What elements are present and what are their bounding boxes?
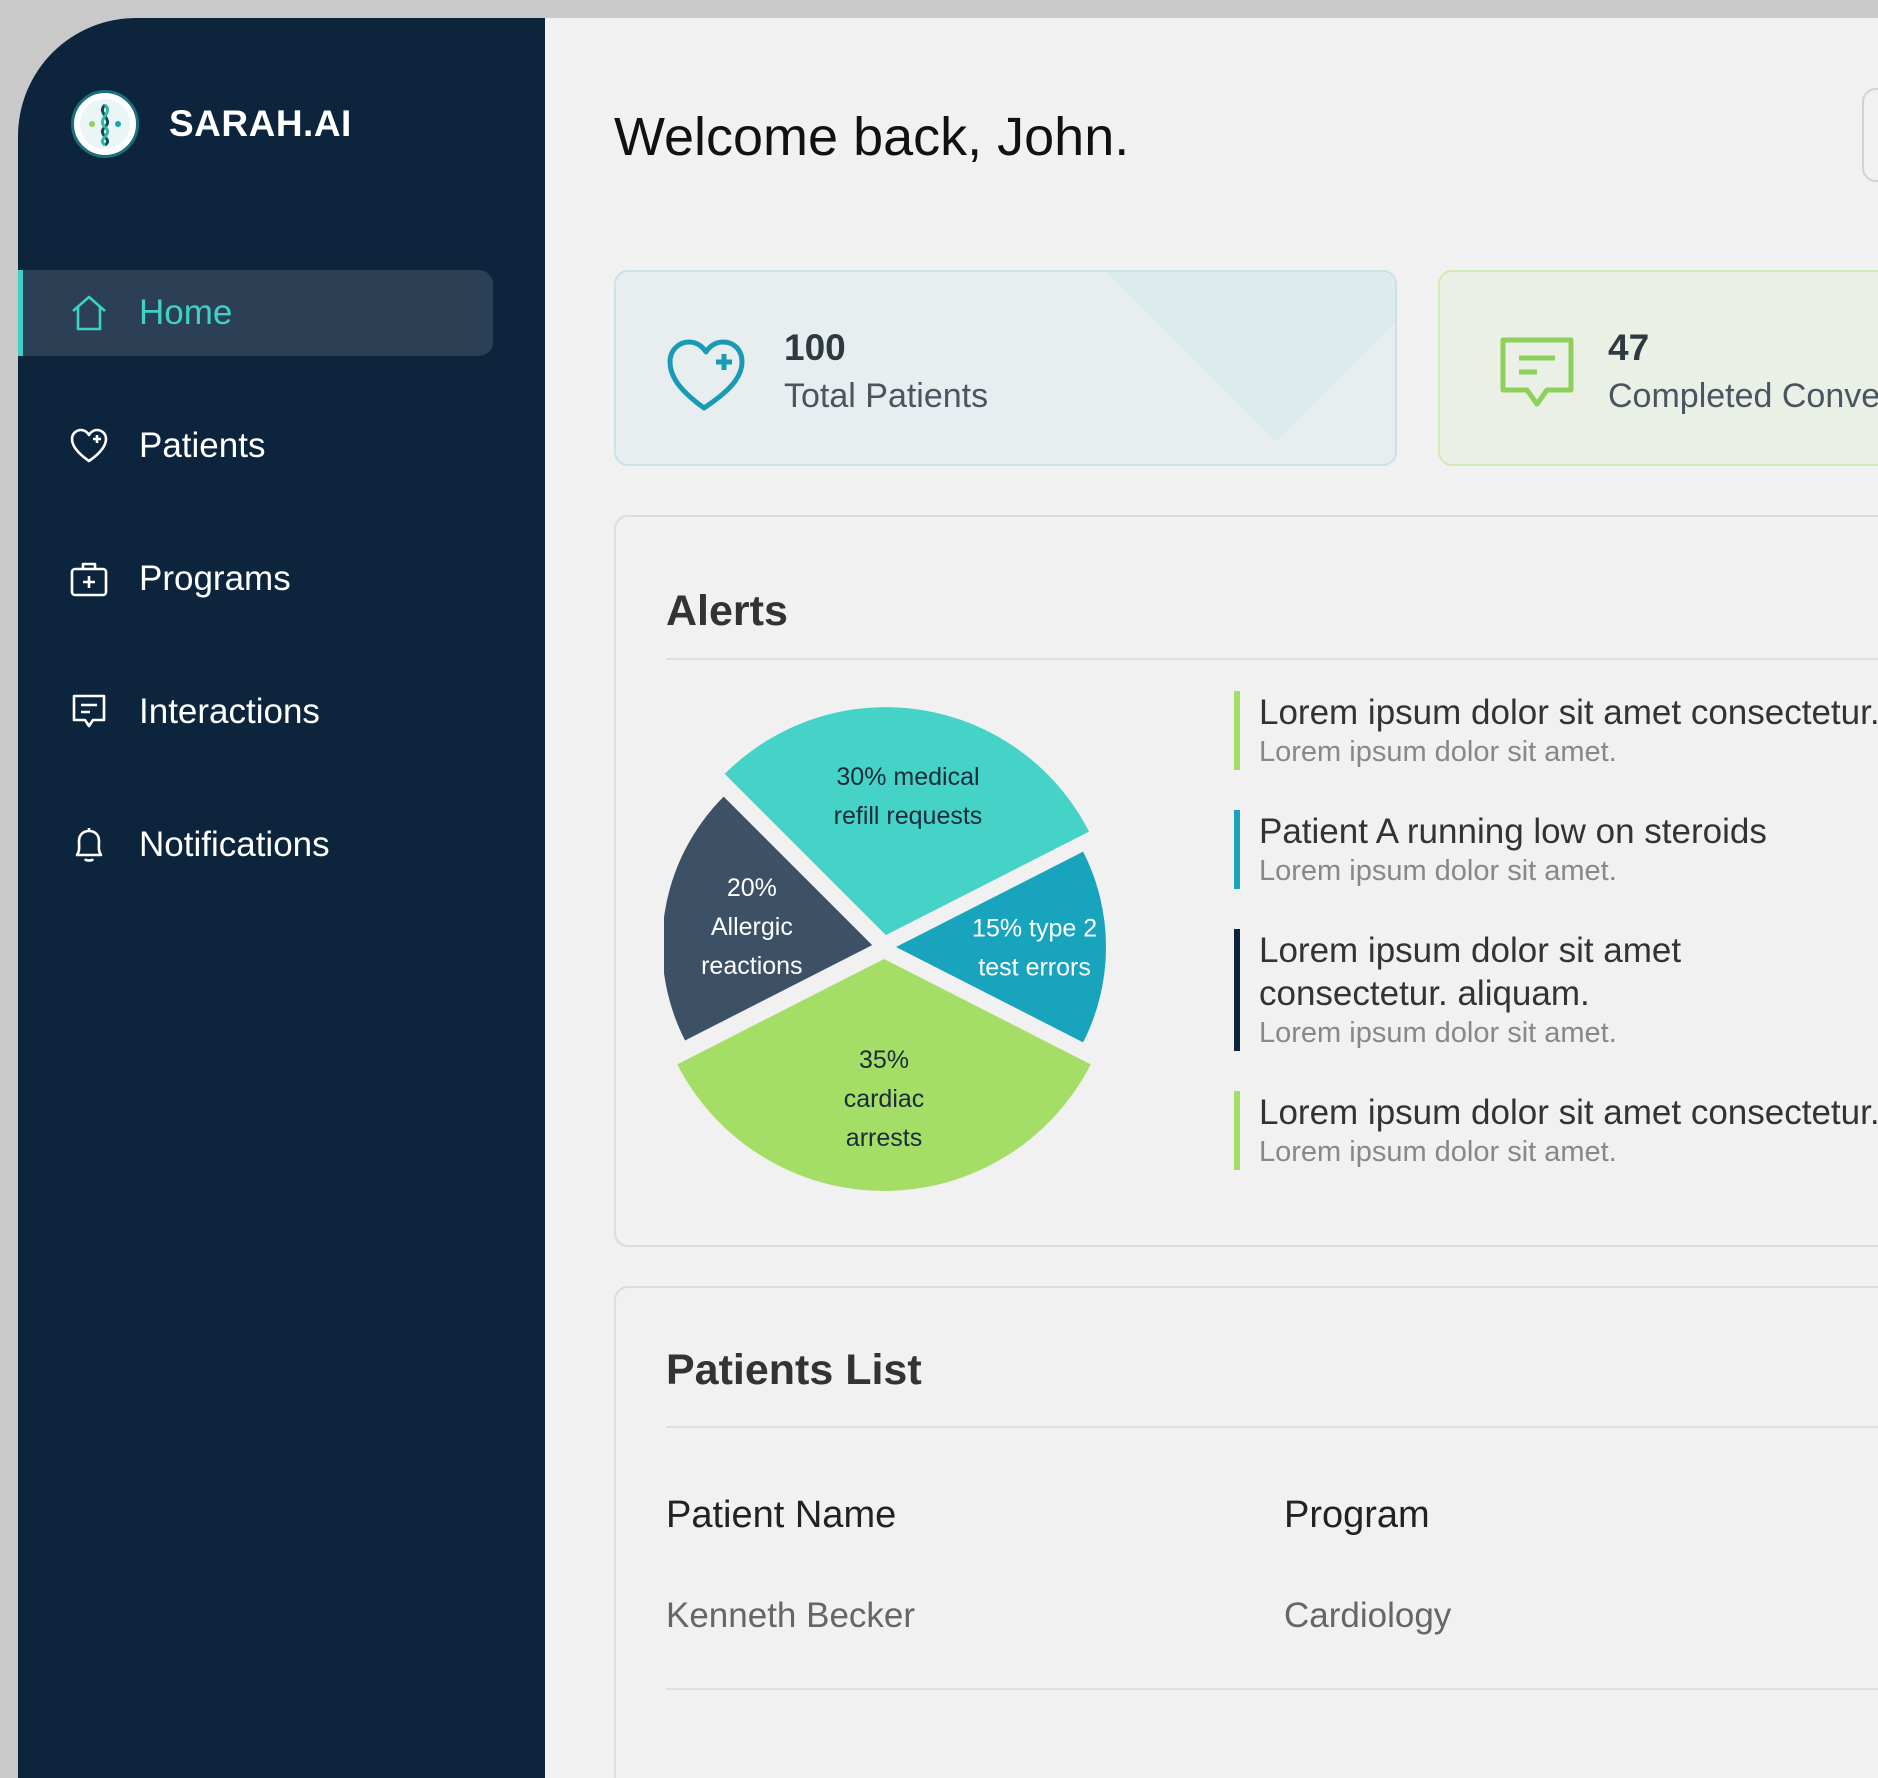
stat-value: 100 (784, 327, 846, 368)
sidebar-nav: Home Patients Programs Interactions Noti… (18, 270, 545, 935)
sidebar-item-home[interactable]: Home (18, 270, 493, 356)
alert-item[interactable]: Lorem ipsum dolor sit amet consectetur. … (1234, 929, 1878, 1051)
stat-card-total-patients[interactable]: 100 Total Patients (614, 270, 1397, 466)
stat-label: Total Patients (784, 377, 989, 415)
alert-title: Lorem ipsum dolor sit amet consectetur. (1259, 693, 1878, 732)
alert-color-bar (1234, 1091, 1240, 1170)
home-icon (72, 295, 106, 331)
patients-list-panel: Patients List Patient Name Program S Ken… (614, 1286, 1878, 1778)
sidebar: SARAH.AI Home Patients Programs Interact… (18, 18, 545, 1778)
page-title: Welcome back, John. (614, 107, 1130, 167)
stat-card-completed-conversations[interactable]: 47 Completed Conve (1438, 270, 1878, 466)
medical-kit-icon (70, 562, 108, 597)
alert-subtitle: Lorem ipsum dolor sit amet. (1259, 855, 1617, 887)
alert-list: Lorem ipsum dolor sit amet consectetur. … (1234, 691, 1878, 1210)
sidebar-item-label: Patients (139, 426, 266, 465)
header-action-button[interactable] (1862, 88, 1878, 182)
alerts-title: Alerts (666, 587, 788, 635)
sidebar-item-notifications[interactable]: Notifications (18, 802, 493, 888)
table-row-divider (666, 1688, 1878, 1690)
divider (666, 1426, 1878, 1428)
alert-color-bar (1234, 691, 1240, 770)
stat-value: 47 (1608, 327, 1650, 368)
app-window: SARAH.AI Home Patients Programs Interact… (18, 18, 1878, 1778)
message-icon (1500, 337, 1574, 407)
divider (666, 658, 1878, 660)
bell-icon (75, 828, 103, 862)
sidebar-item-interactions[interactable]: Interactions (18, 669, 493, 755)
sidebar-item-label: Notifications (139, 825, 330, 864)
alert-item[interactable]: Lorem ipsum dolor sit amet consectetur. … (1234, 691, 1878, 770)
cell-program: Cardiology (1284, 1596, 1452, 1635)
alerts-panel: Alerts 30% medical refill requests 15% typ… (614, 515, 1878, 1247)
column-header-patient-name[interactable]: Patient Name (666, 1494, 896, 1537)
brand-name: SARAH.AI (169, 103, 352, 144)
sidebar-item-patients[interactable]: Patients (18, 403, 493, 489)
brand[interactable]: SARAH.AI (71, 89, 352, 159)
alert-title: Patient A running low on steroids (1259, 812, 1767, 851)
heart-plus-icon (667, 339, 745, 411)
logo-icon (71, 90, 139, 158)
sidebar-item-label: Interactions (139, 692, 320, 731)
patients-list-title: Patients List (666, 1346, 922, 1394)
alert-item[interactable]: Patient A running low on steroids Lorem … (1234, 810, 1878, 889)
alert-title: Lorem ipsum dolor sit amet consectetur. … (1259, 931, 1682, 1013)
column-header-program[interactable]: Program (1284, 1494, 1430, 1537)
alert-subtitle: Lorem ipsum dolor sit amet. (1259, 1136, 1617, 1168)
sidebar-item-label: Home (139, 293, 233, 332)
alert-title: Lorem ipsum dolor sit amet consectetur. (1259, 1093, 1878, 1132)
alert-subtitle: Lorem ipsum dolor sit amet. (1259, 736, 1617, 768)
sidebar-item-label: Programs (139, 559, 291, 598)
alert-item[interactable]: Lorem ipsum dolor sit amet consectetur. … (1234, 1091, 1878, 1170)
cell-patient-name[interactable]: Kenneth Becker (666, 1596, 915, 1636)
alerts-pie-chart: 30% medical refill requests15% type 2 test… (664, 707, 1106, 1191)
alert-color-bar (1234, 929, 1240, 1051)
message-icon (72, 694, 106, 728)
heart-plus-icon (70, 428, 108, 463)
alert-subtitle: Lorem ipsum dolor sit amet. (1259, 1017, 1617, 1049)
card-decoration (1106, 272, 1395, 442)
alert-color-bar (1234, 810, 1240, 889)
stat-label: Completed Conve (1608, 377, 1878, 415)
sidebar-item-programs[interactable]: Programs (18, 536, 493, 622)
